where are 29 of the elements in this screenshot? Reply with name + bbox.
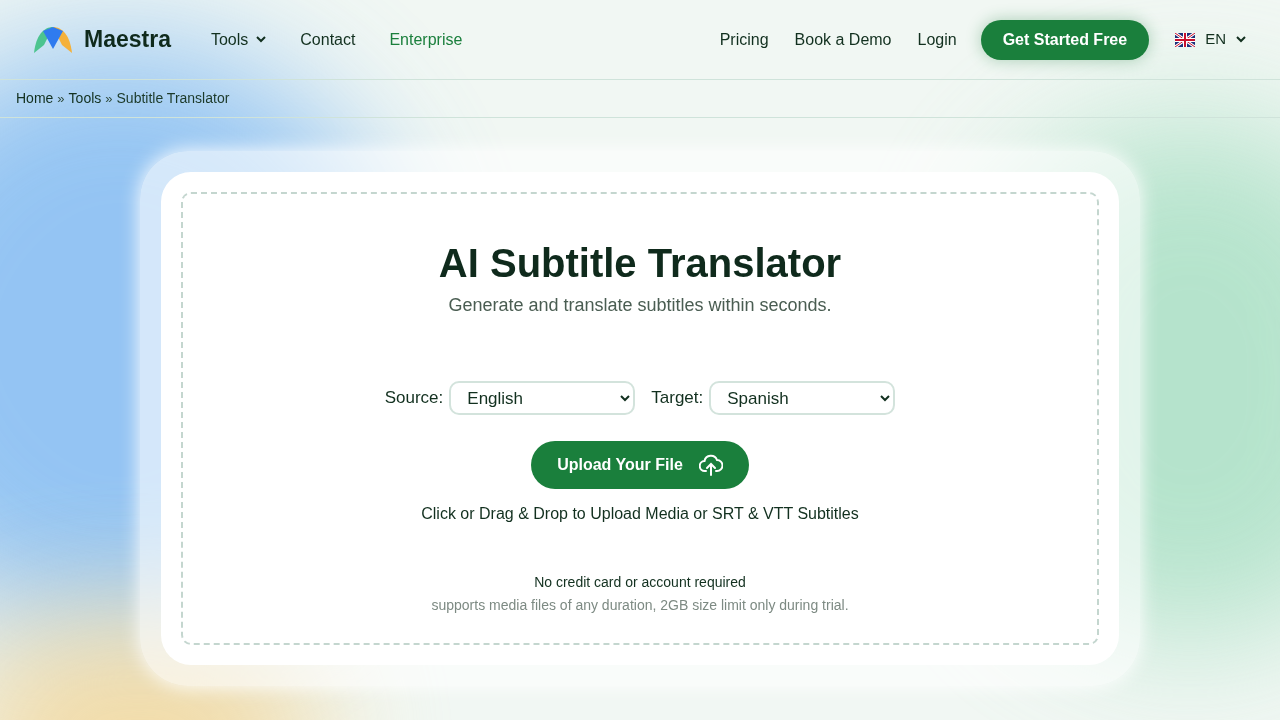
language-dropdown[interactable]: English (449, 381, 636, 415)
select-label: Source: (384, 387, 444, 410)
nav-link[interactable]: Tools (210, 27, 267, 52)
get-started-button[interactable]: Get Started Free (980, 19, 1150, 60)
language-selector[interactable]: EN (1175, 28, 1246, 51)
breadcrumb-separator: » (57, 89, 65, 108)
brand-name[interactable]: Maestra (84, 22, 171, 57)
chevron-down-icon (1236, 36, 1246, 43)
nav-link[interactable]: Login (917, 27, 957, 52)
breadcrumb-separator: » (105, 89, 113, 108)
nav-link[interactable]: Contact (300, 27, 356, 52)
page-subtitle: Generate and translate subtitles within seconds. (448, 294, 832, 317)
fine-print: supports media files of any duration, 2GB size limit only during trial. (431, 596, 849, 615)
language-dropdown[interactable]: Spanish (709, 381, 896, 415)
nav-link[interactable]: Book a Demo (794, 27, 892, 52)
select-label: Target: (651, 387, 704, 410)
breadcrumb-link[interactable]: Home (16, 88, 54, 109)
upload-hint: Click or Drag & Drop to Upload Media or SRT & VTT Subtitles (421, 504, 859, 524)
logo-icon (34, 24, 72, 55)
nav-link[interactable]: Pricing (719, 27, 769, 52)
page-title: AI Subtitle Translator (438, 240, 842, 287)
chevron-down-icon (256, 36, 267, 43)
nav-link[interactable]: Enterprise (389, 27, 463, 52)
breadcrumb-current: Subtitle Translator (116, 89, 230, 108)
breadcrumb-link[interactable]: Tools (68, 88, 102, 109)
upload-button[interactable]: Upload Your File (531, 441, 749, 489)
note-text: No credit card or account required (534, 573, 746, 592)
cloud-upload-icon (698, 454, 723, 476)
flag-icon (1175, 32, 1196, 47)
